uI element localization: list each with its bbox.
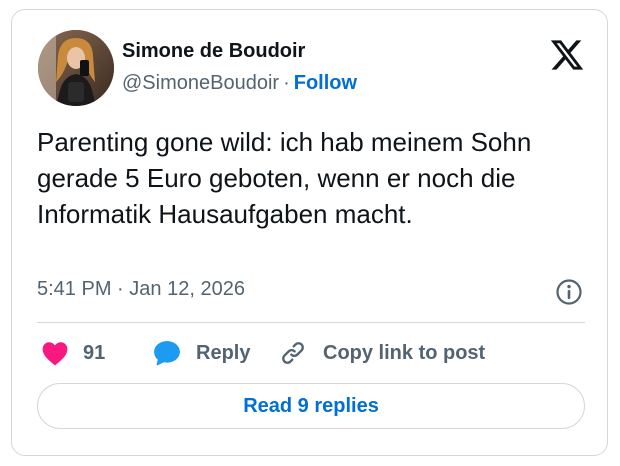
date-separator: · — [117, 278, 124, 300]
copy-link-label: Copy link to post — [323, 341, 486, 364]
tweet-time: 5:41 PM — [37, 278, 112, 300]
speech-bubble-icon — [154, 341, 180, 366]
handle-separator: · — [283, 72, 290, 94]
divider — [37, 322, 585, 323]
read-replies-button[interactable]: Read 9 replies — [37, 383, 585, 429]
avatar-photo — [38, 30, 114, 106]
handle-row: @SimoneBoudoir · Follow — [122, 72, 357, 95]
link-icon — [282, 342, 304, 364]
tweet-date: Jan 12, 2026 — [129, 278, 245, 300]
like-count: 91 — [83, 341, 106, 364]
author-name[interactable]: Simone de Boudoir — [122, 40, 305, 63]
action-bar: 91 Reply Copy link to post — [37, 336, 585, 370]
x-logo-icon[interactable] — [549, 37, 585, 73]
heart-icon — [42, 342, 68, 366]
follow-link[interactable]: Follow — [294, 72, 357, 94]
info-icon[interactable] — [555, 278, 583, 306]
tweet-text: Parenting gone wild: ich hab meinem Sohn… — [37, 127, 532, 229]
author-handle[interactable]: @SimoneBoudoir — [122, 72, 279, 94]
reply-button[interactable]: Reply — [152, 336, 250, 370]
avatar[interactable] — [38, 30, 114, 106]
like-button[interactable]: 91 — [41, 336, 105, 370]
tweet-timestamp[interactable]: 5:41 PM · Jan 12, 2026 — [37, 278, 245, 301]
reply-label: Reply — [196, 341, 251, 364]
tweet-card: Simone de Boudoir @SimoneBoudoir · Follow … — [11, 9, 608, 456]
copy-link-button[interactable]: Copy link to post — [279, 336, 485, 370]
